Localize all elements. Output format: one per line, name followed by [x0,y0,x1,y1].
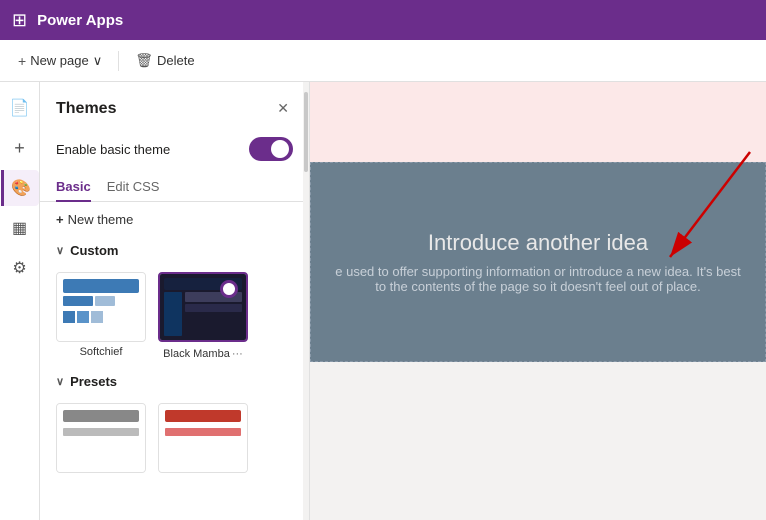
plus-icon: + [18,53,26,69]
themes-panel: Themes ✕ Enable basic theme Basic Edit C… [40,82,310,520]
softchief-thumbnail [56,272,146,342]
panel-title: Themes [56,100,116,118]
theme-softchief[interactable]: Softchief [56,272,146,360]
panel-tabs: Basic Edit CSS [40,173,309,202]
new-page-button[interactable]: + New page ∨ [10,48,110,74]
presets-section-label: Presets [70,374,117,389]
presets-section-header[interactable]: ∨ Presets [40,368,309,395]
grid-icon[interactable]: ⊞ [12,10,27,31]
enable-theme-toggle[interactable] [249,137,293,161]
softchief-name: Softchief [80,346,123,358]
enable-theme-row: Enable basic theme [40,131,309,173]
tab-edit-css[interactable]: Edit CSS [107,173,160,202]
selected-indicator [220,280,238,298]
theme-blackmamba[interactable]: Black Mamba ··· [158,272,248,360]
plus-icon: + [56,212,64,227]
preset-1-thumbnail [56,403,146,473]
preset-2[interactable] [158,403,248,473]
presets-grid [40,395,309,481]
main-layout: 📄 + 🎨 ▦ ⚙ Themes ✕ Enable basic theme [0,82,766,520]
enable-theme-label: Enable basic theme [56,142,170,157]
new-theme-button[interactable]: + New theme [40,202,309,237]
top-navbar: ⊞ Power Apps [0,0,766,40]
blackmamba-name: Black Mamba [163,348,230,360]
sidebar-icon-add[interactable]: + [2,130,38,166]
left-sidebar: 📄 + 🎨 ▦ ⚙ [0,82,40,520]
custom-section-label: Custom [70,243,118,258]
content-body: e used to offer supporting information o… [311,264,765,294]
new-page-label: New page [30,53,89,68]
toolbar: + New page ∨ 🗑 Delete [0,40,766,82]
presets-section: ∨ Presets [40,368,309,489]
sidebar-icon-page[interactable]: 📄 [2,90,38,126]
tab-basic[interactable]: Basic [56,173,91,202]
blackmamba-thumbnail [158,272,248,342]
preset-2-thumbnail [158,403,248,473]
themes-grid: Softchief [40,264,309,368]
sidebar-icon-settings[interactable]: ⚙ [2,250,38,286]
content-top-strip [310,82,766,162]
more-options-icon[interactable]: ··· [232,348,243,360]
close-button[interactable]: ✕ [273,96,293,121]
content-heading: Introduce another idea [428,230,648,256]
panel-header: Themes ✕ [40,82,309,131]
page-icon: 📄 [10,98,30,118]
main-content: Introduce another idea e used to offer s… [310,82,766,520]
table-icon: ▦ [12,218,27,238]
new-theme-label: New theme [68,212,134,227]
delete-label: Delete [157,53,195,68]
custom-section-header[interactable]: ∨ Custom [40,237,309,264]
sidebar-icon-themes[interactable]: 🎨 [1,170,39,206]
panel-scrollbar[interactable] [303,82,309,520]
content-middle-section: Introduce another idea e used to offer s… [310,162,766,362]
gear-icon: ⚙ [12,258,26,278]
scrollbar-thumb [304,92,308,172]
sidebar-icon-components[interactable]: ▦ [2,210,38,246]
brush-icon: 🎨 [11,178,31,198]
preset-1[interactable] [56,403,146,473]
chevron-down-icon: ∨ [56,244,64,257]
app-title: Power Apps [37,12,123,29]
chevron-down-icon: ∨ [93,53,103,69]
trash-icon: 🗑 [135,52,153,69]
delete-button[interactable]: 🗑 Delete [127,47,202,74]
toolbar-divider [118,51,119,71]
add-icon: + [14,138,25,159]
chevron-down-icon: ∨ [56,375,64,388]
